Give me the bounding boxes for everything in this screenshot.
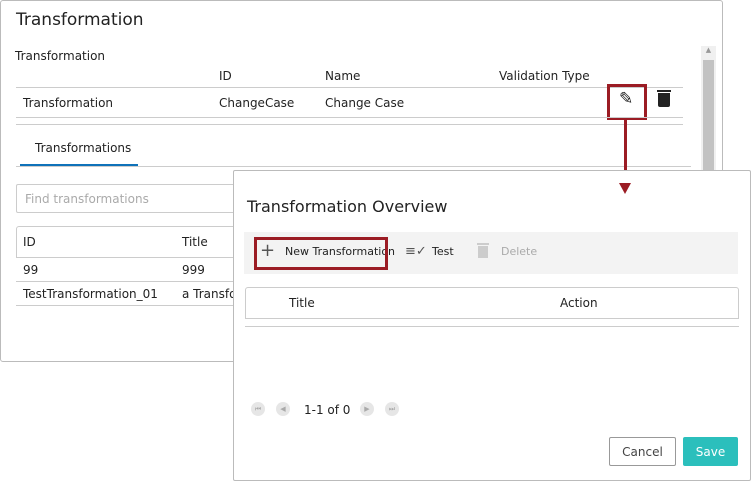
table-row-id[interactable]: TestTransformation_01 bbox=[23, 287, 158, 301]
table-col-title: Title bbox=[182, 235, 208, 249]
col-title: Title bbox=[289, 296, 315, 310]
col-action: Action bbox=[560, 296, 598, 310]
search-placeholder: Find transformations bbox=[25, 192, 149, 206]
delete-button[interactable]: Delete bbox=[501, 245, 537, 258]
edit-highlight bbox=[607, 84, 647, 120]
table-col-id: ID bbox=[23, 235, 36, 249]
row-type: Transformation bbox=[23, 96, 114, 110]
table-row-title[interactable]: 999 bbox=[182, 263, 205, 277]
scrollbar[interactable]: ▲ bbox=[701, 46, 716, 176]
row-id: ChangeCase bbox=[219, 96, 295, 110]
prev-page-icon[interactable]: ◀ bbox=[276, 402, 290, 416]
first-page-icon[interactable]: ⏮ bbox=[251, 402, 265, 416]
col-validation-type: Validation Type bbox=[499, 69, 590, 83]
section-label: Transformation bbox=[15, 49, 106, 63]
tab-transformations[interactable]: Transformations bbox=[35, 141, 131, 155]
cancel-button[interactable]: Cancel bbox=[609, 437, 676, 466]
delete-icon bbox=[477, 243, 489, 259]
page-title: Transformation bbox=[16, 10, 144, 30]
row-name: Change Case bbox=[325, 96, 405, 110]
test-list-check-icon: ≡✓ bbox=[405, 244, 427, 259]
next-page-icon[interactable]: ▶ bbox=[360, 402, 374, 416]
search-input[interactable]: Find transformations bbox=[16, 184, 246, 213]
table-row-id[interactable]: 99 bbox=[23, 263, 38, 277]
test-button[interactable]: Test bbox=[432, 245, 454, 258]
pagination-text: 1-1 of 0 bbox=[304, 403, 351, 417]
arrow-down-icon bbox=[619, 183, 631, 194]
transformation-overview-dialog: Transformation Overview + New Transforma… bbox=[233, 170, 751, 481]
col-id: ID bbox=[219, 69, 232, 83]
last-page-icon[interactable]: ⏭ bbox=[385, 402, 399, 416]
col-name: Name bbox=[325, 69, 361, 83]
save-button[interactable]: Save bbox=[683, 437, 738, 466]
delete-trash-icon[interactable] bbox=[657, 90, 671, 108]
new-highlight bbox=[254, 237, 388, 270]
dialog-title: Transformation Overview bbox=[247, 197, 448, 216]
